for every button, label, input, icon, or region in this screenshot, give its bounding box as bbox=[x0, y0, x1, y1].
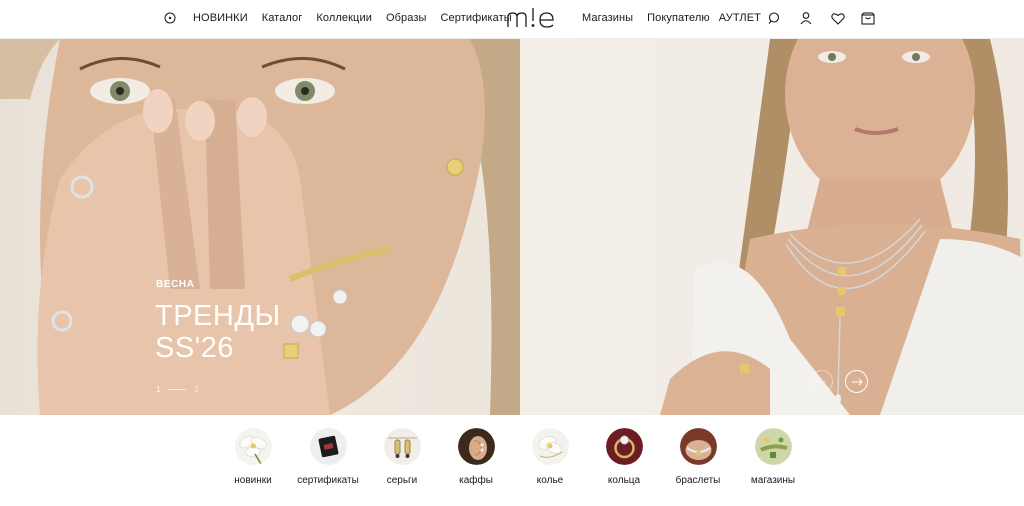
arrow-right-icon bbox=[851, 378, 863, 385]
category-thumb-cuffs bbox=[457, 428, 495, 465]
nav-collections[interactable]: Коллекции bbox=[316, 12, 372, 24]
category-rings[interactable]: кольца bbox=[587, 428, 661, 486]
hero-banner[interactable]: ВЕСНА ТРЕНДЫ SS'26 1 2 bbox=[0, 39, 1024, 415]
category-label: колье bbox=[536, 475, 564, 486]
header-icons bbox=[766, 9, 876, 27]
nav-looks[interactable]: Образы bbox=[386, 12, 427, 24]
nav-new[interactable]: НОВИНКИ bbox=[193, 12, 248, 24]
hero-pager: 1 2 bbox=[156, 385, 199, 394]
category-thumb-earrings bbox=[383, 428, 421, 465]
pager-current[interactable]: 1 bbox=[156, 385, 160, 394]
category-label: кольца bbox=[607, 475, 641, 486]
arrow-left-icon bbox=[815, 378, 827, 385]
search-icon[interactable] bbox=[766, 9, 782, 27]
category-label: браслеты bbox=[675, 475, 721, 486]
category-thumb-bracelets bbox=[679, 428, 717, 465]
category-label: новинки bbox=[234, 475, 272, 486]
category-new[interactable]: новинки bbox=[216, 428, 290, 486]
hero-image-right bbox=[520, 39, 1024, 415]
nav-catalog[interactable]: Каталог bbox=[262, 12, 303, 24]
category-label: каффы bbox=[459, 475, 493, 486]
hero-kicker: ВЕСНА bbox=[156, 279, 195, 290]
pager-divider bbox=[168, 389, 187, 390]
hero-title[interactable]: ТРЕНДЫ SS'26 bbox=[155, 300, 281, 364]
site-header: НОВИНКИ Каталог Коллекции Образы Сертифи… bbox=[0, 0, 1024, 39]
category-label: серьги bbox=[386, 475, 418, 486]
category-thumb-stores bbox=[754, 428, 792, 465]
heart-icon[interactable] bbox=[830, 9, 846, 27]
category-necklaces[interactable]: колье bbox=[513, 428, 587, 486]
hero-prev-button[interactable] bbox=[810, 370, 833, 393]
category-label: магазины bbox=[750, 475, 796, 486]
pager-next[interactable]: 2 bbox=[194, 385, 198, 394]
category-thumb-certificates bbox=[309, 428, 347, 465]
category-thumb-rings bbox=[605, 428, 643, 465]
category-cuffs[interactable]: каффы bbox=[439, 428, 513, 486]
brand-logo[interactable] bbox=[505, 4, 563, 32]
nav-stores[interactable]: Магазины bbox=[582, 12, 633, 24]
category-earrings[interactable]: серьги bbox=[365, 428, 439, 486]
category-certificates[interactable]: сертификаты bbox=[291, 428, 365, 486]
category-strip: новинки сертификаты серьги каффы колье к… bbox=[0, 428, 1024, 506]
nav-outlet[interactable]: АУТЛЕТ bbox=[719, 12, 761, 24]
category-label: сертификаты bbox=[297, 475, 359, 486]
nav-certificates[interactable]: Сертификаты bbox=[440, 12, 511, 24]
user-icon[interactable] bbox=[798, 9, 814, 27]
category-thumb-necklaces bbox=[531, 428, 569, 465]
bag-icon[interactable] bbox=[860, 9, 876, 27]
category-thumb-new bbox=[234, 428, 272, 465]
category-bracelets[interactable]: браслеты bbox=[661, 428, 735, 486]
nav-right: Магазины Покупателю АУТЛЕТ bbox=[582, 0, 761, 36]
hero-next-button[interactable] bbox=[845, 370, 868, 393]
nav-customers[interactable]: Покупателю bbox=[647, 12, 710, 24]
nav-left: НОВИНКИ Каталог Коллекции Образы Сертифи… bbox=[163, 0, 512, 36]
category-stores[interactable]: магазины bbox=[736, 428, 810, 486]
location-pin-icon[interactable] bbox=[163, 11, 177, 25]
